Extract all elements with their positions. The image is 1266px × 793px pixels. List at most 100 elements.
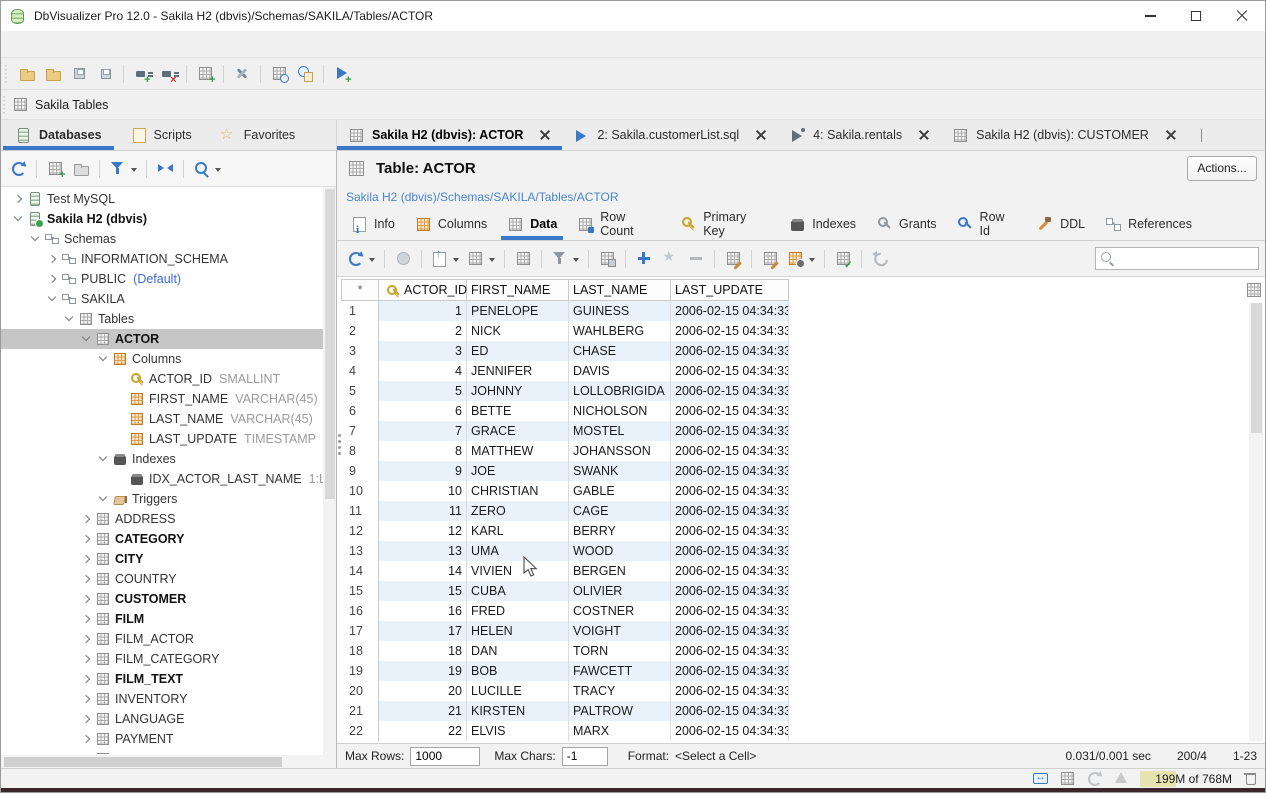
cell-actor-id[interactable]: 22 [379,721,467,741]
cell-last-update[interactable]: 2006-02-15 04:34:33 [671,521,789,541]
cell-last-name[interactable]: VOIGHT [569,621,671,641]
row-number[interactable]: 4 [341,361,379,381]
tab-nav-button[interactable] [1206,216,1223,233]
cell-last-name[interactable]: PALTROW [569,701,671,721]
left-panel-tab[interactable]: Databases [1,120,116,150]
toolbar-button[interactable] [329,61,355,87]
table-row[interactable]: 8 8 MATTHEW JOHANSSON 2006-02-15 04:34:3… [341,441,789,461]
memory-indicator[interactable]: 199M of 768M [1140,771,1232,787]
object-subtab[interactable]: Data [497,208,567,240]
cell-actor-id[interactable]: 3 [379,341,467,361]
toolbar-button[interactable] [427,246,463,272]
tree-item[interactable]: FILM_CATEGORY [1,649,336,669]
cell-last-name[interactable]: CHASE [569,341,671,361]
tree-item[interactable]: PAYMENT [1,729,336,749]
chevron-icon[interactable] [79,652,93,666]
chevron-icon[interactable] [79,592,93,606]
cell-last-name[interactable]: WAHLBERG [569,321,671,341]
cell-last-name[interactable]: JOHANSSON [569,441,671,461]
tree-item[interactable]: CITY [1,549,336,569]
cell-last-update[interactable]: 2006-02-15 04:34:33 [671,701,789,721]
object-subtab[interactable]: Row Count [567,208,670,240]
tree-item[interactable]: ADDRESS [1,509,336,529]
document-tab[interactable]: Sakila H2 (dbvis): CUSTOMER [941,120,1188,150]
toolbar-button[interactable] [189,156,225,182]
table-row[interactable]: 12 12 KARL BERRY 2006-02-15 04:34:33 [341,521,789,541]
toolbar-button[interactable] [867,246,893,272]
table-row[interactable]: 13 13 UMA WOOD 2006-02-15 04:34:33 [341,541,789,561]
cell-last-update[interactable]: 2006-02-15 04:34:33 [671,561,789,581]
cell-last-name[interactable]: GABLE [569,481,671,501]
grid-vertical-scrollbar[interactable] [1249,303,1263,741]
tab-close-icon[interactable] [755,129,767,141]
toolbar-button[interactable] [68,156,94,182]
left-panel-tab[interactable]: Favorites [206,120,309,150]
chevron-icon[interactable] [96,352,110,366]
cell-actor-id[interactable]: 19 [379,661,467,681]
bookmark-label[interactable]: Sakila Tables [35,98,108,112]
toolbar-button[interactable] [783,246,819,272]
table-row[interactable]: 3 3 ED CHASE 2006-02-15 04:34:33 [341,341,789,361]
toolbar-button[interactable] [292,61,318,87]
cell-actor-id[interactable]: 12 [379,521,467,541]
cell-last-update[interactable]: 2006-02-15 04:34:33 [671,601,789,621]
row-number[interactable]: 10 [341,481,379,501]
panel-splitter[interactable] [338,434,341,437]
chevron-icon[interactable] [45,272,59,286]
chevron-icon[interactable] [96,452,110,466]
table-row[interactable]: 6 6 BETTE NICHOLSON 2006-02-15 04:34:33 [341,401,789,421]
minimize-button[interactable] [1127,1,1173,31]
table-row[interactable]: 1 1 PENELOPE GUINESS 2006-02-15 04:34:33 [341,301,789,321]
tab-nav-button[interactable] [1225,127,1242,144]
cell-first-name[interactable]: ED [467,341,569,361]
cell-actor-id[interactable]: 8 [379,441,467,461]
toolbar-button[interactable] [266,61,292,87]
document-tab[interactable]: 2: Sakila.customerList.sql [562,120,778,150]
table-row[interactable]: 22 22 ELVIS MARX 2006-02-15 04:34:33 [341,721,789,741]
cell-first-name[interactable]: FRED [467,601,569,621]
grid-corner-header[interactable]: * [341,279,379,301]
cell-first-name[interactable]: JENNIFER [467,361,569,381]
tree-item[interactable]: Sakila H2 (dbvis) [1,209,336,229]
chevron-icon[interactable] [79,532,93,546]
tab-nav-button[interactable] [1225,216,1242,233]
tree-item[interactable]: FILM_TEXT [1,669,336,689]
toolbar-grip[interactable] [3,96,8,114]
cell-last-name[interactable]: SWANK [569,461,671,481]
toolbar-grip[interactable] [5,65,10,83]
sync-icon[interactable] [1086,770,1103,787]
toolbar-button[interactable] [92,61,118,87]
cell-actor-id[interactable]: 20 [379,681,467,701]
toolbar-button[interactable] [66,61,92,87]
row-number[interactable]: 12 [341,521,379,541]
tree-item[interactable]: ACTOR [1,329,336,349]
tab-nav-button[interactable] [1206,127,1223,144]
cell-first-name[interactable]: KARL [467,521,569,541]
tree-item[interactable]: COUNTRY [1,569,336,589]
table-row[interactable]: 14 14 VIVIEN BERGEN 2006-02-15 04:34:33 [341,561,789,581]
toolbar-button[interactable] [152,156,178,182]
cell-first-name[interactable]: VIVIEN [467,561,569,581]
chevron-icon[interactable] [79,692,93,706]
cell-first-name[interactable]: LUCILLE [467,681,569,701]
cell-last-update[interactable]: 2006-02-15 04:34:33 [671,581,789,601]
cell-last-name[interactable]: BERRY [569,521,671,541]
scrollbar-thumb[interactable] [1251,303,1262,433]
cell-actor-id[interactable]: 5 [379,381,467,401]
toolbar-button[interactable] [720,246,746,272]
fit-width-icon[interactable] [1032,770,1049,787]
chevron-icon[interactable] [79,712,93,726]
tab-close-icon[interactable] [918,129,930,141]
cell-actor-id[interactable]: 10 [379,481,467,501]
tree-item[interactable]: FILM_ACTOR [1,629,336,649]
cell-last-name[interactable]: OLIVIER [569,581,671,601]
table-row[interactable]: 9 9 JOE SWANK 2006-02-15 04:34:33 [341,461,789,481]
cell-last-name[interactable]: LOLLOBRIGIDA [569,381,671,401]
row-number[interactable]: 16 [341,601,379,621]
tree-item[interactable]: SAKILA [1,289,336,309]
cell-last-update[interactable]: 2006-02-15 04:34:33 [671,621,789,641]
tree-vertical-scrollbar[interactable] [323,187,336,757]
object-subtab[interactable]: DDL [1027,208,1095,240]
cell-first-name[interactable]: HELEN [467,621,569,641]
toolbar-button[interactable] [343,246,379,272]
